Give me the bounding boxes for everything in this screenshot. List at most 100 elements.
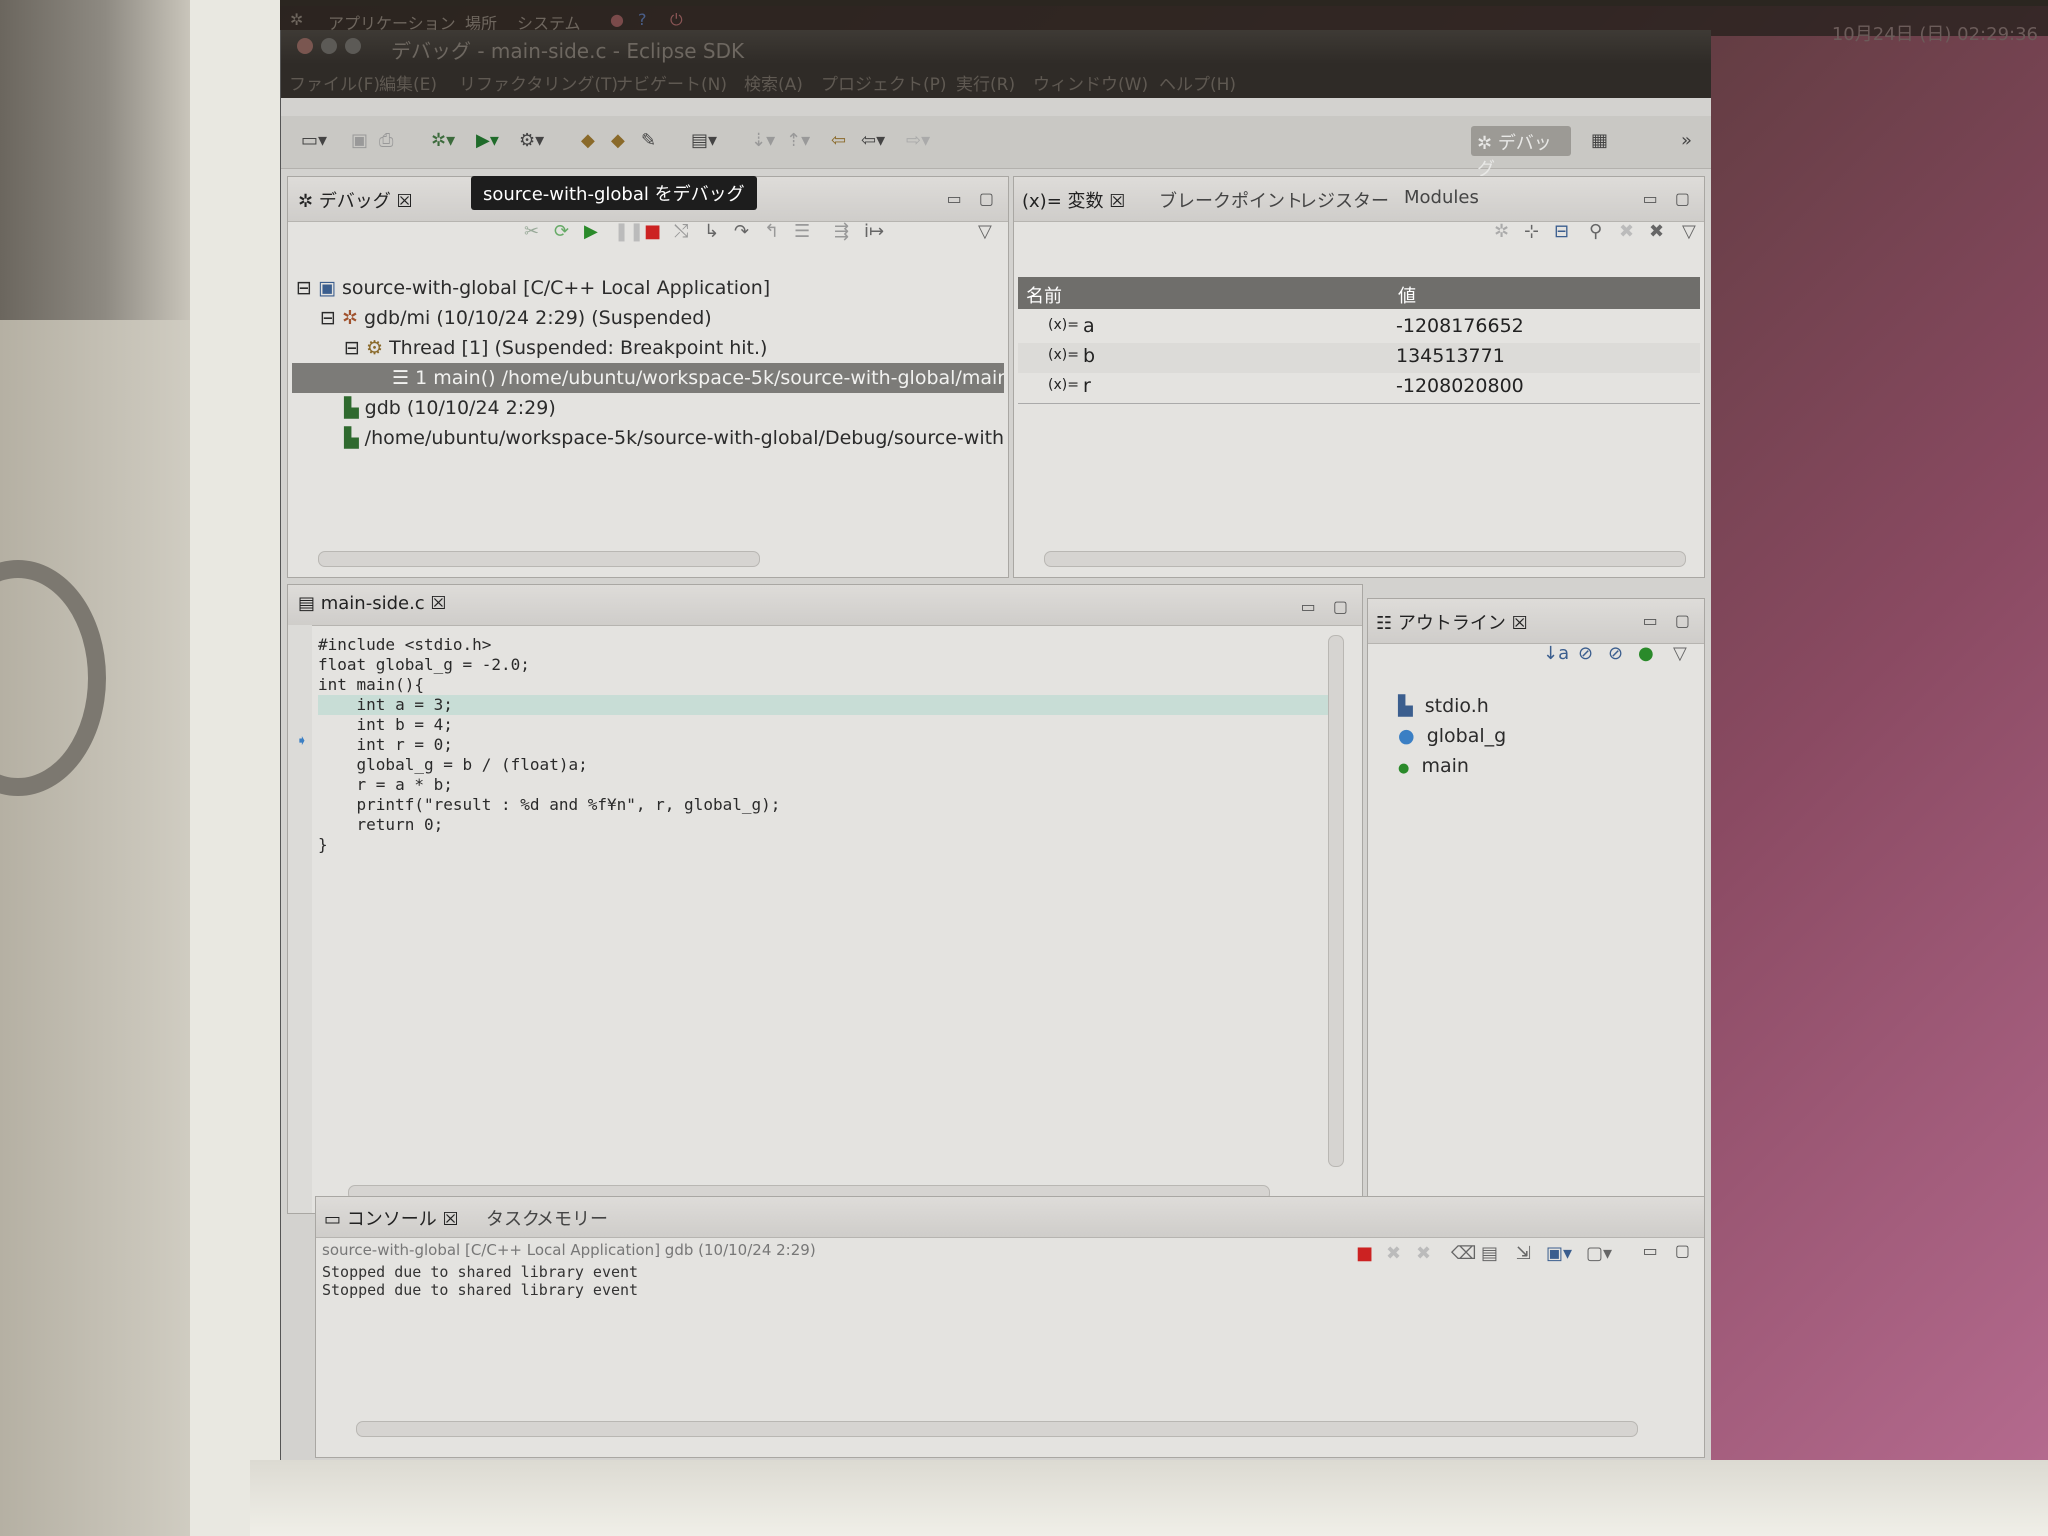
window-maximize-button[interactable] <box>345 38 361 54</box>
tab-registers[interactable]: レジスター <box>1299 187 1389 213</box>
table-row[interactable]: (x)= b 134513771 <box>1018 343 1700 373</box>
show-type-names-icon[interactable]: ✲ <box>1494 221 1509 242</box>
step-into-icon[interactable]: ↳ <box>704 221 719 242</box>
debug-view-scrollbar[interactable] <box>318 551 760 567</box>
use-step-filters-icon[interactable]: ⇶ <box>834 221 849 242</box>
tree-row[interactable]: ⊟ ✲ gdb/mi (10/10/24 2:29) (Suspended) <box>292 303 1004 333</box>
view-minmax-icon[interactable]: ▭ ▢ <box>1643 1241 1696 1260</box>
power-icon[interactable]: ⏻ <box>670 10 683 30</box>
list-item[interactable]: ● main <box>1398 755 1506 785</box>
code-area[interactable]: #include <stdio.h> float global_g = -2.0… <box>318 635 1328 855</box>
remove-global-variables-icon[interactable]: ✖ <box>1619 221 1634 242</box>
tab-console[interactable]: ▭ コンソール ☒ <box>324 1205 459 1231</box>
window-minimize-button[interactable] <box>321 38 337 54</box>
open-task-icon[interactable]: ◆ <box>611 130 625 152</box>
column-name[interactable]: 名前 <box>1026 282 1062 308</box>
tab-modules[interactable]: Modules <box>1404 187 1479 208</box>
collapse-all-icon[interactable]: ⊟ <box>1554 221 1569 242</box>
collapse-icon[interactable]: ⊟ <box>296 277 312 299</box>
tab-variables[interactable]: (x)= 変数 ☒ <box>1022 187 1125 213</box>
terminate-icon[interactable]: ■ <box>644 221 661 242</box>
clear-console-icon[interactable]: ⌫ <box>1451 1243 1476 1264</box>
step-return-icon[interactable]: ↰ <box>764 221 779 242</box>
suspend-icon[interactable]: ❚❚ <box>614 221 644 242</box>
tab-debug[interactable]: ✲ デバッグ ☒ <box>298 187 413 213</box>
remove-launch-icon[interactable]: ✖ <box>1386 1243 1401 1264</box>
help-icon[interactable]: ? <box>638 10 647 29</box>
view-menu-icon[interactable]: ▽ <box>978 221 992 242</box>
tree-row[interactable]: ⊟ ▣ source-with-global [C/C++ Local Appl… <box>292 273 1004 303</box>
table-row[interactable]: (x)= r -1208020800 <box>1018 373 1700 403</box>
menu-window[interactable]: ウィンドウ(W) <box>1033 70 1148 95</box>
menu-run[interactable]: 実行(R) <box>956 70 1015 95</box>
column-value[interactable]: 値 <box>1398 282 1416 308</box>
drop-to-frame-icon[interactable]: ☰ <box>794 221 810 242</box>
console-output[interactable]: Stopped due to shared library event Stop… <box>322 1263 638 1299</box>
menu-edit[interactable]: 編集(E) <box>379 70 437 95</box>
panel-clock[interactable]: 10月24日 (日) 02:29:36 <box>1832 20 2038 46</box>
menu-refactor[interactable]: リファクタリング(T) <box>459 70 618 95</box>
tab-outline[interactable]: ☷ アウトライン ☒ <box>1376 609 1528 635</box>
remove-all-icon[interactable]: ✖ <box>1416 1243 1431 1264</box>
step-over-icon[interactable]: ↷ <box>734 221 749 242</box>
list-item[interactable]: ● global_g <box>1398 725 1506 755</box>
print-icon[interactable]: ⎙ <box>379 130 393 152</box>
debug-perspective-button[interactable]: ✲ デバッグ <box>1471 126 1571 180</box>
tab-breakpoints[interactable]: ブレークポイント <box>1159 187 1303 213</box>
ubuntu-logo-icon[interactable]: ✲ <box>290 10 303 29</box>
menu-file[interactable]: ファイル(F) <box>289 70 380 95</box>
folder-icon[interactable]: ▤▾ <box>691 130 717 152</box>
table-row[interactable]: (x)= a -1208176652 <box>1018 313 1700 343</box>
tree-row[interactable]: ▙ gdb (10/10/24 2:29) <box>292 393 1004 423</box>
save-icon[interactable]: ▣ <box>351 130 368 152</box>
back-icon[interactable]: ⇦ <box>831 130 846 152</box>
scroll-lock-icon[interactable]: ▤ <box>1481 1243 1498 1264</box>
tab-memory[interactable]: メモリー <box>536 1205 608 1231</box>
collapse-icon[interactable]: ⊟ <box>344 337 360 359</box>
menu-navigate[interactable]: ナビゲート(N) <box>616 70 727 95</box>
view-minmax-icon[interactable]: ▭ ▢ <box>1643 189 1696 208</box>
show-logical-structure-icon[interactable]: ⊹ <box>1524 221 1539 242</box>
run-icon[interactable]: ▶▾ <box>476 130 499 152</box>
view-menu-icon[interactable]: ▽ <box>1673 643 1687 664</box>
console-hscrollbar[interactable] <box>356 1421 1638 1437</box>
relaunch-icon[interactable]: ⟳ <box>554 221 569 242</box>
instruction-stepping-icon[interactable]: i↦ <box>864 221 884 242</box>
collapse-icon[interactable]: ⊟ <box>320 307 336 329</box>
list-item[interactable]: ▙ stdio.h <box>1398 695 1506 725</box>
new-icon[interactable]: ▭▾ <box>301 130 327 152</box>
prev-annotation-icon[interactable]: ⇡▾ <box>786 130 810 152</box>
disconnect-icon[interactable]: ⤭ <box>674 221 688 242</box>
search-icon[interactable]: ✎ <box>641 130 656 152</box>
tree-row-selected[interactable]: ☰ 1 main() /home/ubuntu/workspace-5k/sou… <box>292 363 1004 393</box>
menu-project[interactable]: プロジェクト(P) <box>821 70 947 95</box>
forward-icon[interactable]: ⇨▾ <box>906 130 930 152</box>
history-back-icon[interactable]: ⇦▾ <box>861 130 885 152</box>
hide-fields-icon[interactable]: ⊘ <box>1578 643 1593 664</box>
open-type-icon[interactable]: ◆ <box>581 130 595 152</box>
window-close-button[interactable] <box>297 38 313 54</box>
tree-row[interactable]: ▙ /home/ubuntu/workspace-5k/source-with-… <box>292 423 1004 453</box>
variables-view-scrollbar[interactable] <box>1044 551 1686 567</box>
open-console-icon[interactable]: ▢▾ <box>1586 1243 1612 1264</box>
terminate-icon[interactable]: ■ <box>1356 1243 1373 1264</box>
menu-search[interactable]: 検索(A) <box>744 70 803 95</box>
view-menu-icon[interactable]: ▽ <box>1682 221 1696 242</box>
hide-non-public-icon[interactable]: ● <box>1638 643 1654 664</box>
next-annotation-icon[interactable]: ⇣▾ <box>751 130 775 152</box>
external-tools-icon[interactable]: ⚙▾ <box>519 130 544 152</box>
debug-launch-icon[interactable]: ✲▾ <box>431 130 455 152</box>
sort-icon[interactable]: ↓a <box>1543 643 1569 664</box>
editor-vscrollbar[interactable] <box>1328 635 1344 1167</box>
tab-tasks[interactable]: タスク <box>486 1205 540 1231</box>
pin-console-icon[interactable]: ⇲ <box>1516 1243 1531 1264</box>
hide-static-icon[interactable]: ⊘ <box>1608 643 1623 664</box>
tab-main-side-c[interactable]: ▤ main-side.c ☒ <box>298 593 447 614</box>
remove-all-globals-icon[interactable]: ✖ <box>1649 221 1664 242</box>
add-global-variables-icon[interactable]: ⚲ <box>1589 221 1602 242</box>
display-console-icon[interactable]: ▣▾ <box>1546 1243 1572 1264</box>
view-minmax-icon[interactable]: ▭ ▢ <box>1301 597 1354 616</box>
remove-terminated-icon[interactable]: ✂ <box>524 221 539 242</box>
tree-row[interactable]: ⊟ ⚙ Thread [1] (Suspended: Breakpoint hi… <box>292 333 1004 363</box>
open-perspective-icon[interactable]: ▦ <box>1591 130 1608 152</box>
